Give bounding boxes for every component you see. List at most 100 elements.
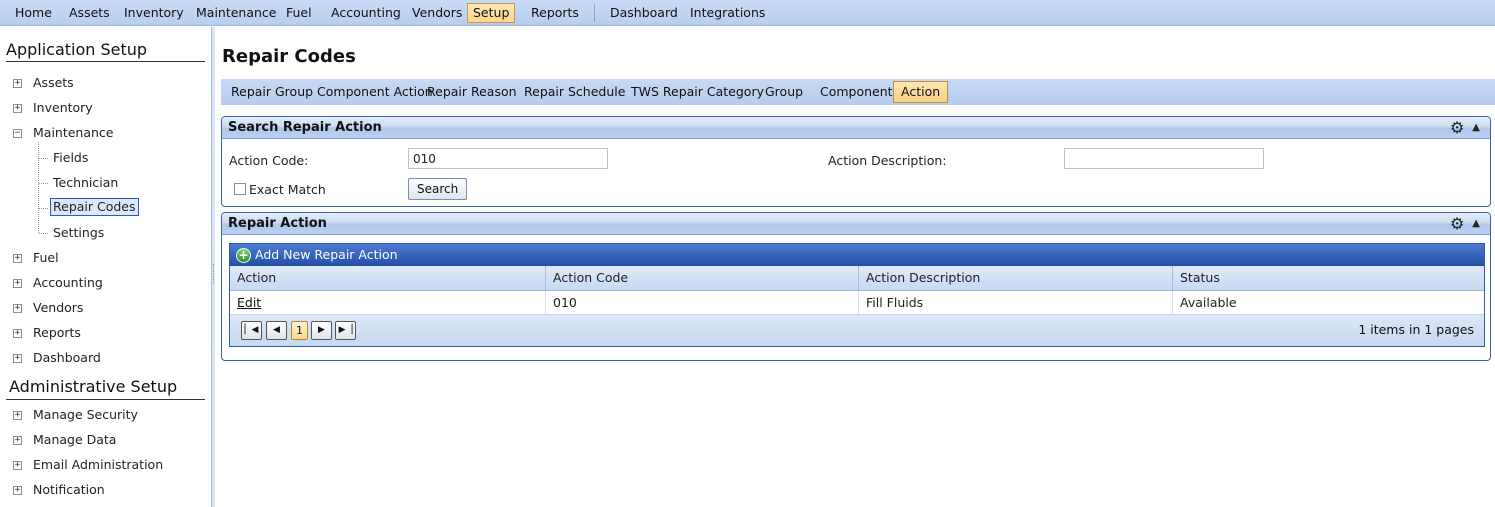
- tab-repair-reason[interactable]: Repair Reason: [419, 81, 525, 103]
- search-panel-title: Search Repair Action: [228, 120, 382, 135]
- sidebar-item-notification[interactable]: Notification: [33, 481, 105, 499]
- page-title: Repair Codes: [222, 46, 356, 67]
- expand-icon[interactable]: +: [13, 254, 22, 263]
- sidebar-item-repair-codes[interactable]: Repair Codes: [50, 198, 139, 216]
- grid-header: Action Action Code Action Description St…: [230, 266, 1484, 291]
- column-header-action[interactable]: Action: [230, 266, 546, 290]
- menu-maintenance[interactable]: Maintenance: [190, 3, 283, 23]
- tab-component[interactable]: Component: [812, 81, 901, 103]
- caret-up-icon[interactable]: ▲: [1472, 213, 1480, 235]
- grid-pager: ▏◀ ◀ 1 ▶ ▶▕ 1 items in 1 pages: [230, 315, 1484, 346]
- sidebar-item-email-administration[interactable]: Email Administration: [33, 456, 163, 474]
- cell-status: Available: [1180, 295, 1237, 310]
- expand-icon[interactable]: +: [13, 486, 22, 495]
- column-header-action-code[interactable]: Action Code: [546, 266, 859, 290]
- plus-circle-icon: +: [236, 247, 251, 263]
- first-page-icon[interactable]: ▏◀: [241, 321, 262, 340]
- expand-icon[interactable]: +: [13, 104, 22, 113]
- menu-setup[interactable]: Setup: [467, 3, 516, 23]
- table-row: Edit 010 Fill Fluids Available: [230, 291, 1484, 315]
- sidebar-item-dashboard[interactable]: Dashboard: [33, 349, 101, 367]
- application-setup-title: Application Setup: [6, 40, 148, 59]
- menu-home[interactable]: Home: [9, 3, 58, 23]
- tab-group[interactable]: Group: [757, 81, 811, 103]
- pager-info: 1 items in 1 pages: [1358, 322, 1474, 337]
- menu-fuel[interactable]: Fuel: [280, 3, 318, 23]
- results-panel-title: Repair Action: [228, 216, 327, 231]
- menu-reports[interactable]: Reports: [525, 3, 585, 23]
- sidebar-item-accounting[interactable]: Accounting: [33, 274, 103, 292]
- add-new-repair-action-button[interactable]: + Add New Repair Action: [230, 244, 1484, 266]
- top-menu-bar: Home Assets Inventory Maintenance Fuel A…: [0, 0, 1495, 26]
- action-description-label: Action Description:: [828, 153, 947, 168]
- section-divider: [6, 399, 205, 400]
- menu-accounting[interactable]: Accounting: [325, 3, 407, 23]
- cell-action: Edit: [230, 291, 546, 314]
- tab-bar: Repair Group Component Action Repair Rea…: [221, 79, 1495, 105]
- administrative-setup-title: Administrative Setup: [9, 377, 178, 396]
- previous-page-icon[interactable]: ◀: [266, 321, 287, 340]
- sidebar-item-manage-data[interactable]: Manage Data: [33, 431, 116, 449]
- repair-action-grid: + Add New Repair Action Action Action Co…: [229, 243, 1485, 347]
- menu-integrations[interactable]: Integrations: [684, 3, 771, 23]
- sidebar-item-inventory[interactable]: Inventory: [33, 99, 93, 117]
- menu-dashboard[interactable]: Dashboard: [604, 3, 684, 23]
- sidebar-item-reports[interactable]: Reports: [33, 324, 81, 342]
- exact-match-label: Exact Match: [249, 182, 326, 197]
- cell-action-description: Fill Fluids: [859, 291, 1173, 314]
- tree-connector: [38, 142, 39, 233]
- results-panel-header: Repair Action ⚙ ▲: [222, 213, 1490, 235]
- tab-tws-repair-category[interactable]: TWS Repair Category: [623, 81, 772, 103]
- action-code-input[interactable]: [408, 148, 608, 169]
- tree-connector: [39, 208, 48, 209]
- sidebar-item-technician[interactable]: Technician: [53, 174, 118, 192]
- caret-up-icon[interactable]: ▲: [1472, 117, 1480, 139]
- sidebar-item-assets[interactable]: Assets: [33, 74, 74, 92]
- tab-repair-group-component-action[interactable]: Repair Group Component Action: [223, 81, 441, 103]
- search-repair-action-panel: Search Repair Action ⚙ ▲ Action Code: Ac…: [221, 116, 1491, 207]
- page-number-button[interactable]: 1: [291, 321, 308, 340]
- tab-repair-schedule[interactable]: Repair Schedule: [516, 81, 633, 103]
- sidebar-item-settings[interactable]: Settings: [53, 224, 104, 242]
- gear-icon[interactable]: ⚙: [1450, 216, 1464, 232]
- edit-link[interactable]: Edit: [237, 295, 261, 310]
- sidebar-item-manage-security[interactable]: Manage Security: [33, 406, 138, 424]
- expand-icon[interactable]: +: [13, 436, 22, 445]
- menu-assets[interactable]: Assets: [63, 3, 116, 23]
- cell-action-code: 010: [546, 291, 859, 314]
- last-page-icon[interactable]: ▶▕: [335, 321, 356, 340]
- expand-icon[interactable]: +: [13, 411, 22, 420]
- menu-separator: [594, 4, 595, 22]
- collapse-icon[interactable]: −: [13, 129, 22, 138]
- repair-action-panel: Repair Action ⚙ ▲ + Add New Repair Actio…: [221, 212, 1491, 361]
- action-code-label: Action Code:: [229, 153, 309, 168]
- expand-icon[interactable]: +: [13, 461, 22, 470]
- expand-icon[interactable]: +: [13, 279, 22, 288]
- menu-vendors[interactable]: Vendors: [406, 3, 468, 23]
- sidebar-item-fuel[interactable]: Fuel: [33, 249, 59, 267]
- search-panel-header: Search Repair Action ⚙ ▲: [222, 117, 1490, 139]
- expand-icon[interactable]: +: [13, 79, 22, 88]
- exact-match-checkbox[interactable]: [234, 183, 246, 195]
- left-navigation: Application Setup + Assets + Inventory −…: [0, 27, 212, 507]
- column-header-status[interactable]: Status: [1173, 266, 1484, 290]
- tree-connector: [39, 183, 48, 184]
- gear-icon[interactable]: ⚙: [1450, 120, 1464, 136]
- tab-action[interactable]: Action: [893, 81, 949, 103]
- add-new-label: Add New Repair Action: [255, 247, 398, 262]
- action-description-input[interactable]: [1064, 148, 1264, 169]
- splitter-grip[interactable]: [213, 264, 214, 284]
- section-divider: [6, 61, 205, 62]
- sidebar-item-fields[interactable]: Fields: [53, 149, 88, 167]
- next-page-icon[interactable]: ▶: [311, 321, 332, 340]
- expand-icon[interactable]: +: [13, 304, 22, 313]
- sidebar-item-vendors[interactable]: Vendors: [33, 299, 83, 317]
- tree-connector: [39, 158, 48, 159]
- column-header-action-description[interactable]: Action Description: [859, 266, 1173, 290]
- tree-connector: [39, 233, 48, 234]
- expand-icon[interactable]: +: [13, 354, 22, 363]
- search-button[interactable]: Search: [408, 178, 468, 200]
- menu-inventory[interactable]: Inventory: [118, 3, 190, 23]
- sidebar-item-maintenance[interactable]: Maintenance: [33, 124, 114, 142]
- expand-icon[interactable]: +: [13, 329, 22, 338]
